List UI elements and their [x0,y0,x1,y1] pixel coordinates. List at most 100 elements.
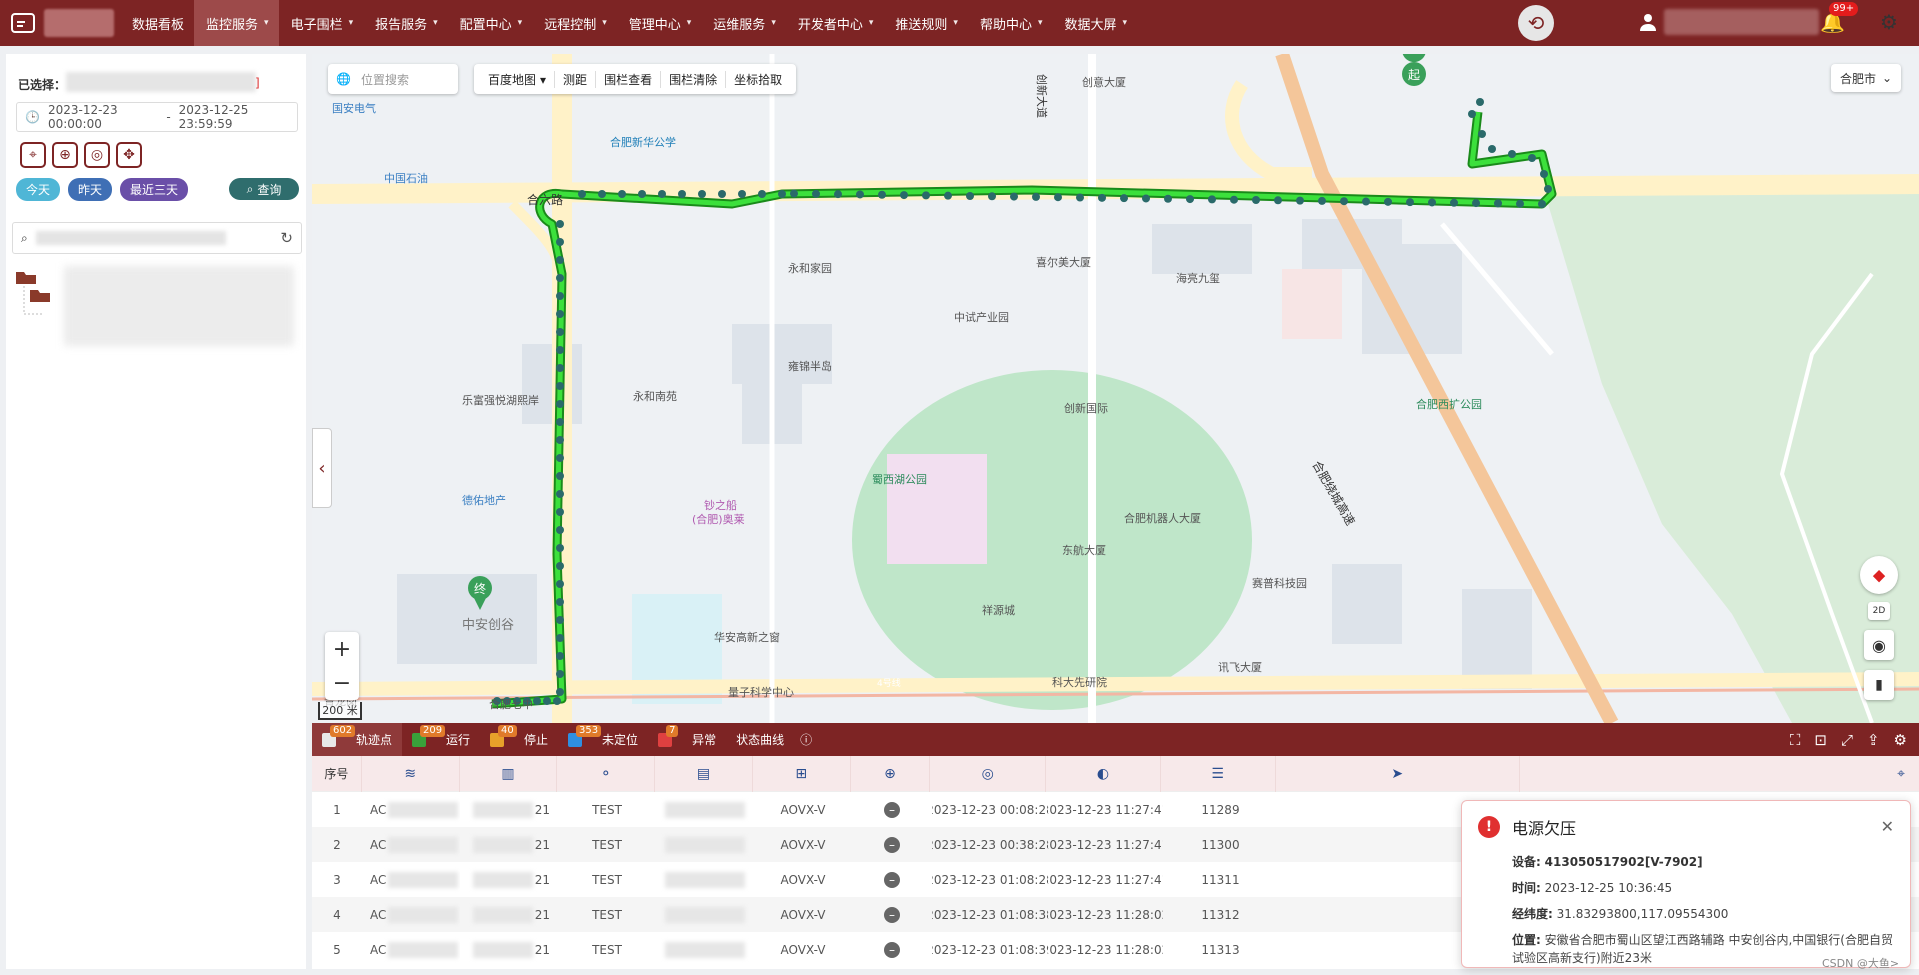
fullscreen-icon[interactable]: ⛶ [1790,731,1801,749]
redacted-value [388,801,459,818]
device-prefix: AC [370,802,387,817]
user-menu[interactable] [1640,9,1819,35]
svg-text:科大先研院: 科大先研院 [1052,675,1107,689]
device-search-input[interactable]: ⌕ ↻ [12,222,302,254]
nav-item-8[interactable]: 开发者中心 ▾ [786,0,884,46]
chevron-down-icon: ▾ [602,18,607,28]
quick-date-button-2[interactable]: 最近三天 [120,178,189,201]
nav-item-7[interactable]: 运维服务 ▾ [701,0,786,46]
svg-text:海亮九玺: 海亮九玺 [1176,271,1220,285]
tab-4[interactable]: 7 异常 [648,723,726,756]
zoom-in-button[interactable]: + [325,632,359,666]
track-point [556,526,564,534]
close-icon[interactable]: ✕ [1881,817,1894,836]
tab-2[interactable]: 40 停止 [480,723,558,756]
collapse-panel-button[interactable]: ‹ [312,428,332,508]
track-point [556,418,564,426]
nav-item-6[interactable]: 管理中心 ▾ [617,0,702,46]
svg-text:合肥新华公学: 合肥新华公学 [610,135,676,149]
track-point [556,580,564,588]
map-tool-2[interactable]: 围栏查看 [596,70,662,88]
track-point [878,190,886,199]
cell-redacted [656,792,754,827]
device-tree[interactable] [14,266,304,396]
tab-5[interactable]: 状态曲线 [726,723,794,756]
track-point [1384,197,1392,206]
tab-1[interactable]: 209 运行 [402,723,480,756]
history-icon[interactable]: ⟲ [1518,5,1554,41]
quick-date-button-0[interactable]: 今天 [16,178,61,201]
track-point [790,189,798,198]
nav-item-label: 配置中心 [459,17,512,33]
chevron-down-icon: ▾ [517,18,523,28]
fit-icon[interactable]: ⊡ [1814,731,1827,749]
2d-mode-toggle[interactable]: 2D [1868,602,1890,620]
track-point [556,454,564,462]
settings-exit-icon[interactable]: ⚙ [1880,10,1898,34]
track-point [1468,110,1476,118]
map-view[interactable]: 起 终 国安电气 创新大道 创意大厦 合肥新华公学 合六路 中国石油 永和家园 … [312,54,1919,723]
cell-t1: 2023-12-23 01:08:39 [932,942,1048,957]
cell-no: 5 [333,942,341,957]
nav-item-2[interactable]: 电子围栏 ▾ [279,0,364,46]
nav-item-3[interactable]: 报告服务 ▾ [363,0,448,46]
location-search-input[interactable]: 🌐 位置搜索 [328,64,458,94]
redacted-value [665,941,745,958]
track-point [1120,194,1128,203]
cell-t2: 2023-12-23 11:28:02 [1048,907,1163,922]
compass-icon[interactable]: ⬥ [1860,556,1898,594]
cell-seq: 11300 [1201,837,1240,852]
nav-item-9[interactable]: 推送规则 ▾ [883,0,968,46]
svg-text:中安创谷: 中安创谷 [462,618,514,633]
map-pin-icon[interactable]: ⌖ [20,142,46,168]
tab-label: 状态曲线 [736,733,785,747]
track-point [1516,199,1524,208]
expand-icon[interactable]: ⤢ [1841,731,1853,749]
quick-date-button-1[interactable]: 昨天 [68,178,113,201]
network-icon[interactable]: ✥ [116,142,142,168]
map-tool-0[interactable]: 百度地图 ▾ [480,70,556,88]
cell-status: – [852,932,932,967]
info-icon[interactable]: ⓘ [800,731,812,748]
zoom-out-button[interactable]: − [325,666,359,700]
svg-text:中试产业园: 中试产业园 [954,310,1009,324]
redacted-value [665,906,745,923]
map-tool-4[interactable]: 坐标拾取 [726,71,790,88]
tab-3[interactable]: 353 未定位 [558,723,648,756]
signal-icon[interactable]: ◎ [84,142,110,168]
tab-count-badge: 7 [666,725,679,737]
redacted-value [665,801,745,818]
refresh-icon[interactable]: ↻ [280,229,293,247]
nav-item-4[interactable]: 配置中心 ▾ [448,0,533,46]
tab-0[interactable]: 602 轨迹点 [312,723,403,756]
redacted-value [472,801,533,818]
map-type-icon[interactable]: ▮ [1864,670,1894,700]
track-point [900,191,908,200]
city-select[interactable]: 合肥市 ⌄ [1831,64,1901,92]
table-actions: ⛶ ⊡ ⤢ ⇪ ⚙ [1790,731,1919,749]
export-icon[interactable]: ⇪ [1867,731,1880,749]
tree-nodes-redacted [64,266,294,346]
query-button[interactable]: ⌕ 查询 [229,178,299,200]
locate-icon[interactable]: ◉ [1864,630,1894,660]
nav-item-label: 帮助中心 [979,17,1032,33]
app-logo[interactable] [0,0,120,46]
nav-item-5[interactable]: 远程控制 ▾ [532,0,617,46]
alert-device-label: 设备: [1512,855,1541,869]
date-range-picker[interactable]: 🕒 2023-12-23 00:00:00 - 2023-12-25 23:59… [16,102,298,132]
map-tool-3[interactable]: 围栏清除 [661,70,727,88]
nav-item-11[interactable]: 数据大屏 ▾ [1052,0,1137,46]
nav-item-10[interactable]: 帮助中心 ▾ [968,0,1053,46]
track-point [543,697,551,705]
nav-item-1[interactable]: 监控服务 ▾ [194,0,279,46]
alert-coord-label: 经纬度: [1512,907,1553,921]
start-marker[interactable]: 起 [1402,54,1426,90]
cell-model: AOVX-V [780,802,826,817]
nav-item-0[interactable]: 数据看板 [120,0,194,46]
target-icon[interactable]: ⊕ [52,142,78,168]
map-tool-1[interactable]: 测距 [555,70,597,88]
chevron-down-icon: ▾ [686,18,692,28]
settings-icon[interactable]: ⚙ [1894,731,1907,749]
location-search-placeholder: 位置搜索 [360,72,409,87]
alert-coord-value: 31.83293800,117.09554300 [1556,907,1729,921]
